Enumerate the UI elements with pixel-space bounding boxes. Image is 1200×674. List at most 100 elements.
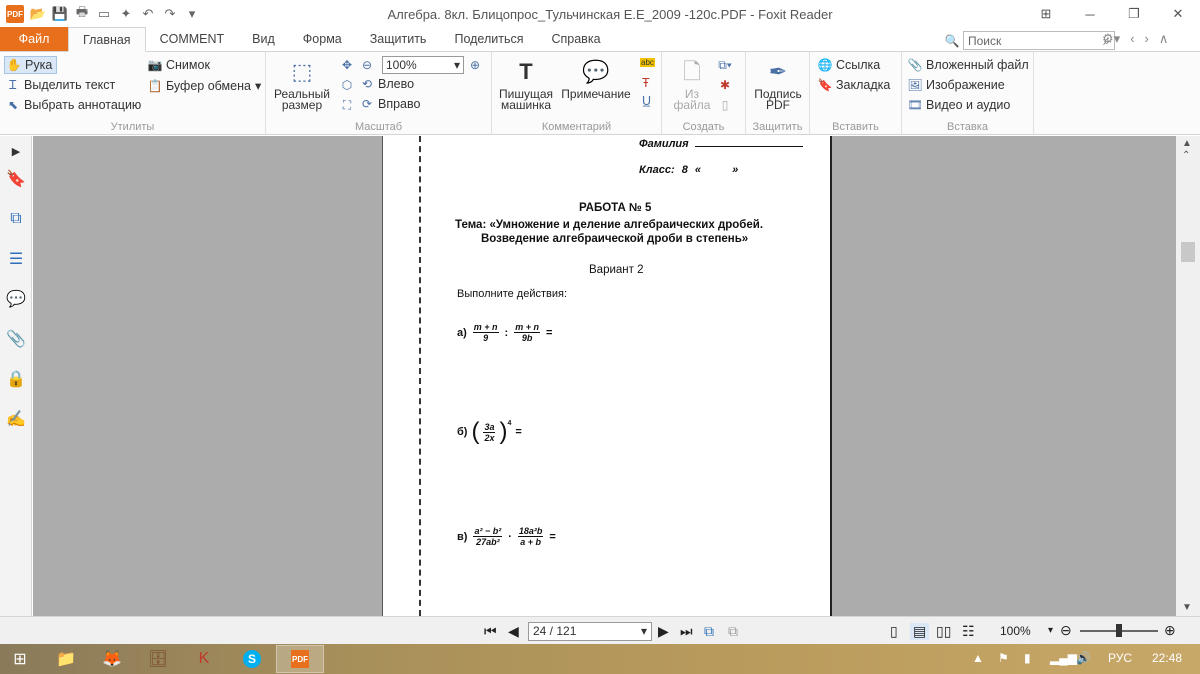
- signature-panel-icon[interactable]: ✍: [5, 408, 27, 430]
- open-folder-icon[interactable]: 📂: [30, 6, 46, 22]
- page-number-input[interactable]: 24 / 121 ▾: [528, 622, 652, 641]
- scroll-thumb[interactable]: [1181, 242, 1195, 262]
- forward-icon[interactable]: ›: [1145, 31, 1149, 47]
- tray-volume-icon[interactable]: 🔊: [1076, 651, 1091, 665]
- sign-pdf-button[interactable]: ✒ Подпись PDF: [750, 56, 806, 111]
- link-button[interactable]: 🌐 Ссылка: [818, 58, 881, 72]
- zoom-in-button[interactable]: ⊕: [468, 58, 482, 72]
- fit-page-button[interactable]: ✥: [340, 58, 354, 72]
- back-icon[interactable]: ‹: [1130, 31, 1134, 47]
- status-zoom-in-icon[interactable]: ⊕: [1164, 622, 1176, 639]
- zoom-out-button[interactable]: ⊖: [360, 58, 374, 72]
- taskbar-kaspersky[interactable]: K: [180, 645, 228, 673]
- next-view-icon[interactable]: ⧉: [728, 623, 738, 640]
- new-doc-icon[interactable]: ✦: [118, 6, 134, 22]
- rotate-right-button[interactable]: ⟳ Вправо: [360, 97, 421, 111]
- print-icon[interactable]: 🖶: [74, 4, 90, 22]
- zoom-level-dropdown-icon[interactable]: ▾: [1048, 625, 1053, 636]
- previous-page-icon[interactable]: ◀: [508, 623, 519, 640]
- tab-comment[interactable]: COMMENT: [146, 27, 239, 51]
- tray-clock[interactable]: 22:48: [1152, 651, 1182, 665]
- highlight-button[interactable]: abc: [640, 58, 655, 67]
- actual-size-button[interactable]: ⬚ Реальный размер: [272, 56, 332, 111]
- taskbar-foxit[interactable]: PDF: [276, 645, 324, 673]
- minimize-icon[interactable]: ─: [1068, 0, 1112, 28]
- close-icon[interactable]: ✕: [1156, 0, 1200, 28]
- from-file-button[interactable]: 🗋 Из файла: [670, 56, 714, 111]
- attachment-button[interactable]: 📎 Вложенный файл: [908, 58, 1029, 72]
- taskbar-firefox[interactable]: 🦊: [88, 645, 136, 673]
- video-button[interactable]: 🎞 Видео и аудио: [907, 98, 1010, 112]
- hand-tool-button[interactable]: ✋ Рука: [4, 56, 58, 74]
- expand-panel-icon[interactable]: ▶: [5, 140, 27, 162]
- single-page-icon[interactable]: ▯: [890, 623, 898, 640]
- clipboard-button[interactable]: 📋 Буфер обмена ▾: [148, 78, 262, 94]
- ribbon-options-icon[interactable]: ⊞: [1024, 0, 1068, 28]
- note-button[interactable]: 💬 Примечание: [558, 56, 634, 100]
- image-button[interactable]: 🖼 Изображение: [907, 78, 1004, 92]
- continuous-facing-icon[interactable]: ☷: [962, 623, 975, 640]
- rotate-left-button[interactable]: ⟲ Влево: [360, 77, 414, 91]
- status-zoom-out-icon[interactable]: ⊖: [1060, 622, 1072, 639]
- scroll-down-icon[interactable]: ▼: [1182, 602, 1192, 613]
- previous-view-icon[interactable]: ⧉: [704, 623, 714, 640]
- taskbar-explorer[interactable]: 📁: [42, 645, 90, 673]
- tab-protect[interactable]: Защитить: [356, 27, 441, 51]
- zoom-slider[interactable]: [1080, 624, 1158, 637]
- search-input[interactable]: Поиск ⌕: [963, 31, 1115, 50]
- tray-language[interactable]: РУС: [1108, 651, 1132, 665]
- layers-panel-icon[interactable]: ☰: [5, 248, 27, 270]
- taskbar-skype[interactable]: S: [228, 645, 276, 673]
- typewriter-button[interactable]: T Пишущая машинка: [498, 56, 554, 111]
- restore-icon[interactable]: ❐: [1112, 0, 1156, 28]
- tab-share[interactable]: Поделиться: [440, 27, 537, 51]
- facing-page-icon[interactable]: ▯▯: [936, 623, 951, 640]
- bookmark-button[interactable]: 🔖 Закладка: [818, 78, 891, 92]
- tab-home[interactable]: Главная: [68, 27, 146, 52]
- zoom-level[interactable]: 100%: [1000, 624, 1031, 638]
- customize-dropdown-icon[interactable]: ▾: [184, 6, 200, 22]
- scroll-up-icon[interactable]: ▲: [1182, 138, 1192, 149]
- tab-view[interactable]: Вид: [238, 27, 289, 51]
- create-more-button[interactable]: ⧉▾: [718, 58, 732, 72]
- scroll-up-double-icon[interactable]: ⌃: [1182, 150, 1190, 161]
- tab-file[interactable]: Файл: [0, 27, 68, 51]
- blank-page-button[interactable]: ✱: [718, 78, 732, 92]
- taskbar-archive[interactable]: 🗄: [134, 645, 182, 673]
- strikeout-button[interactable]: Ŧ: [642, 76, 650, 90]
- security-panel-icon[interactable]: 🔒: [5, 368, 27, 390]
- continuous-page-icon[interactable]: ▤: [910, 623, 930, 640]
- underline-button[interactable]: U̲: [642, 94, 651, 108]
- tab-help[interactable]: Справка: [537, 27, 614, 51]
- tray-overflow-icon[interactable]: ▲: [972, 651, 984, 665]
- comments-panel-icon[interactable]: 💬: [5, 288, 27, 310]
- last-page-icon[interactable]: ⏭: [680, 623, 693, 640]
- select-annotation-button[interactable]: ⬉ Выбрать аннотацию: [6, 98, 141, 112]
- undo-icon[interactable]: ↶: [140, 6, 156, 22]
- document-viewer[interactable]: Фамилия Класс: 8 « » РАБОТА № 5 Тема: «У…: [33, 136, 1176, 616]
- vertical-scrollbar[interactable]: ▲ ⌃ ▼: [1176, 136, 1200, 616]
- tab-form[interactable]: Форма: [289, 27, 356, 51]
- redo-icon[interactable]: ↷: [162, 6, 178, 22]
- next-page-icon[interactable]: ▶: [658, 623, 669, 640]
- zoom-select[interactable]: 100% ▾: [382, 56, 464, 74]
- select-text-button[interactable]: Ꮖ Выделить текст: [6, 78, 115, 93]
- tray-battery-icon[interactable]: ▮: [1024, 651, 1031, 665]
- first-page-icon[interactable]: ⏮: [484, 623, 497, 640]
- scan-button[interactable]: ▯: [718, 98, 732, 112]
- pages-panel-icon[interactable]: ⧉: [5, 208, 27, 230]
- snapshot-button[interactable]: 📷 Снимок: [148, 58, 210, 72]
- window-icon[interactable]: ▭: [96, 6, 112, 22]
- bookmarks-panel-icon[interactable]: 🔖: [5, 168, 27, 190]
- tray-flag-icon[interactable]: ⚑: [998, 651, 1009, 665]
- settings-icon[interactable]: ⚙▾: [1102, 31, 1120, 47]
- fit-visible-button[interactable]: ⛶: [340, 98, 354, 112]
- start-button[interactable]: ⊞: [0, 645, 40, 673]
- attachments-panel-icon[interactable]: 📎: [5, 328, 27, 350]
- tray-signal-icon[interactable]: ▂▄▆: [1050, 651, 1077, 665]
- fit-width-button[interactable]: ⬡: [340, 78, 354, 92]
- zoom-slider-knob[interactable]: [1116, 624, 1122, 637]
- collapse-ribbon-icon[interactable]: ∧: [1159, 31, 1169, 47]
- save-icon[interactable]: 💾: [52, 6, 68, 22]
- foxit-logo-icon[interactable]: PDF: [6, 5, 24, 23]
